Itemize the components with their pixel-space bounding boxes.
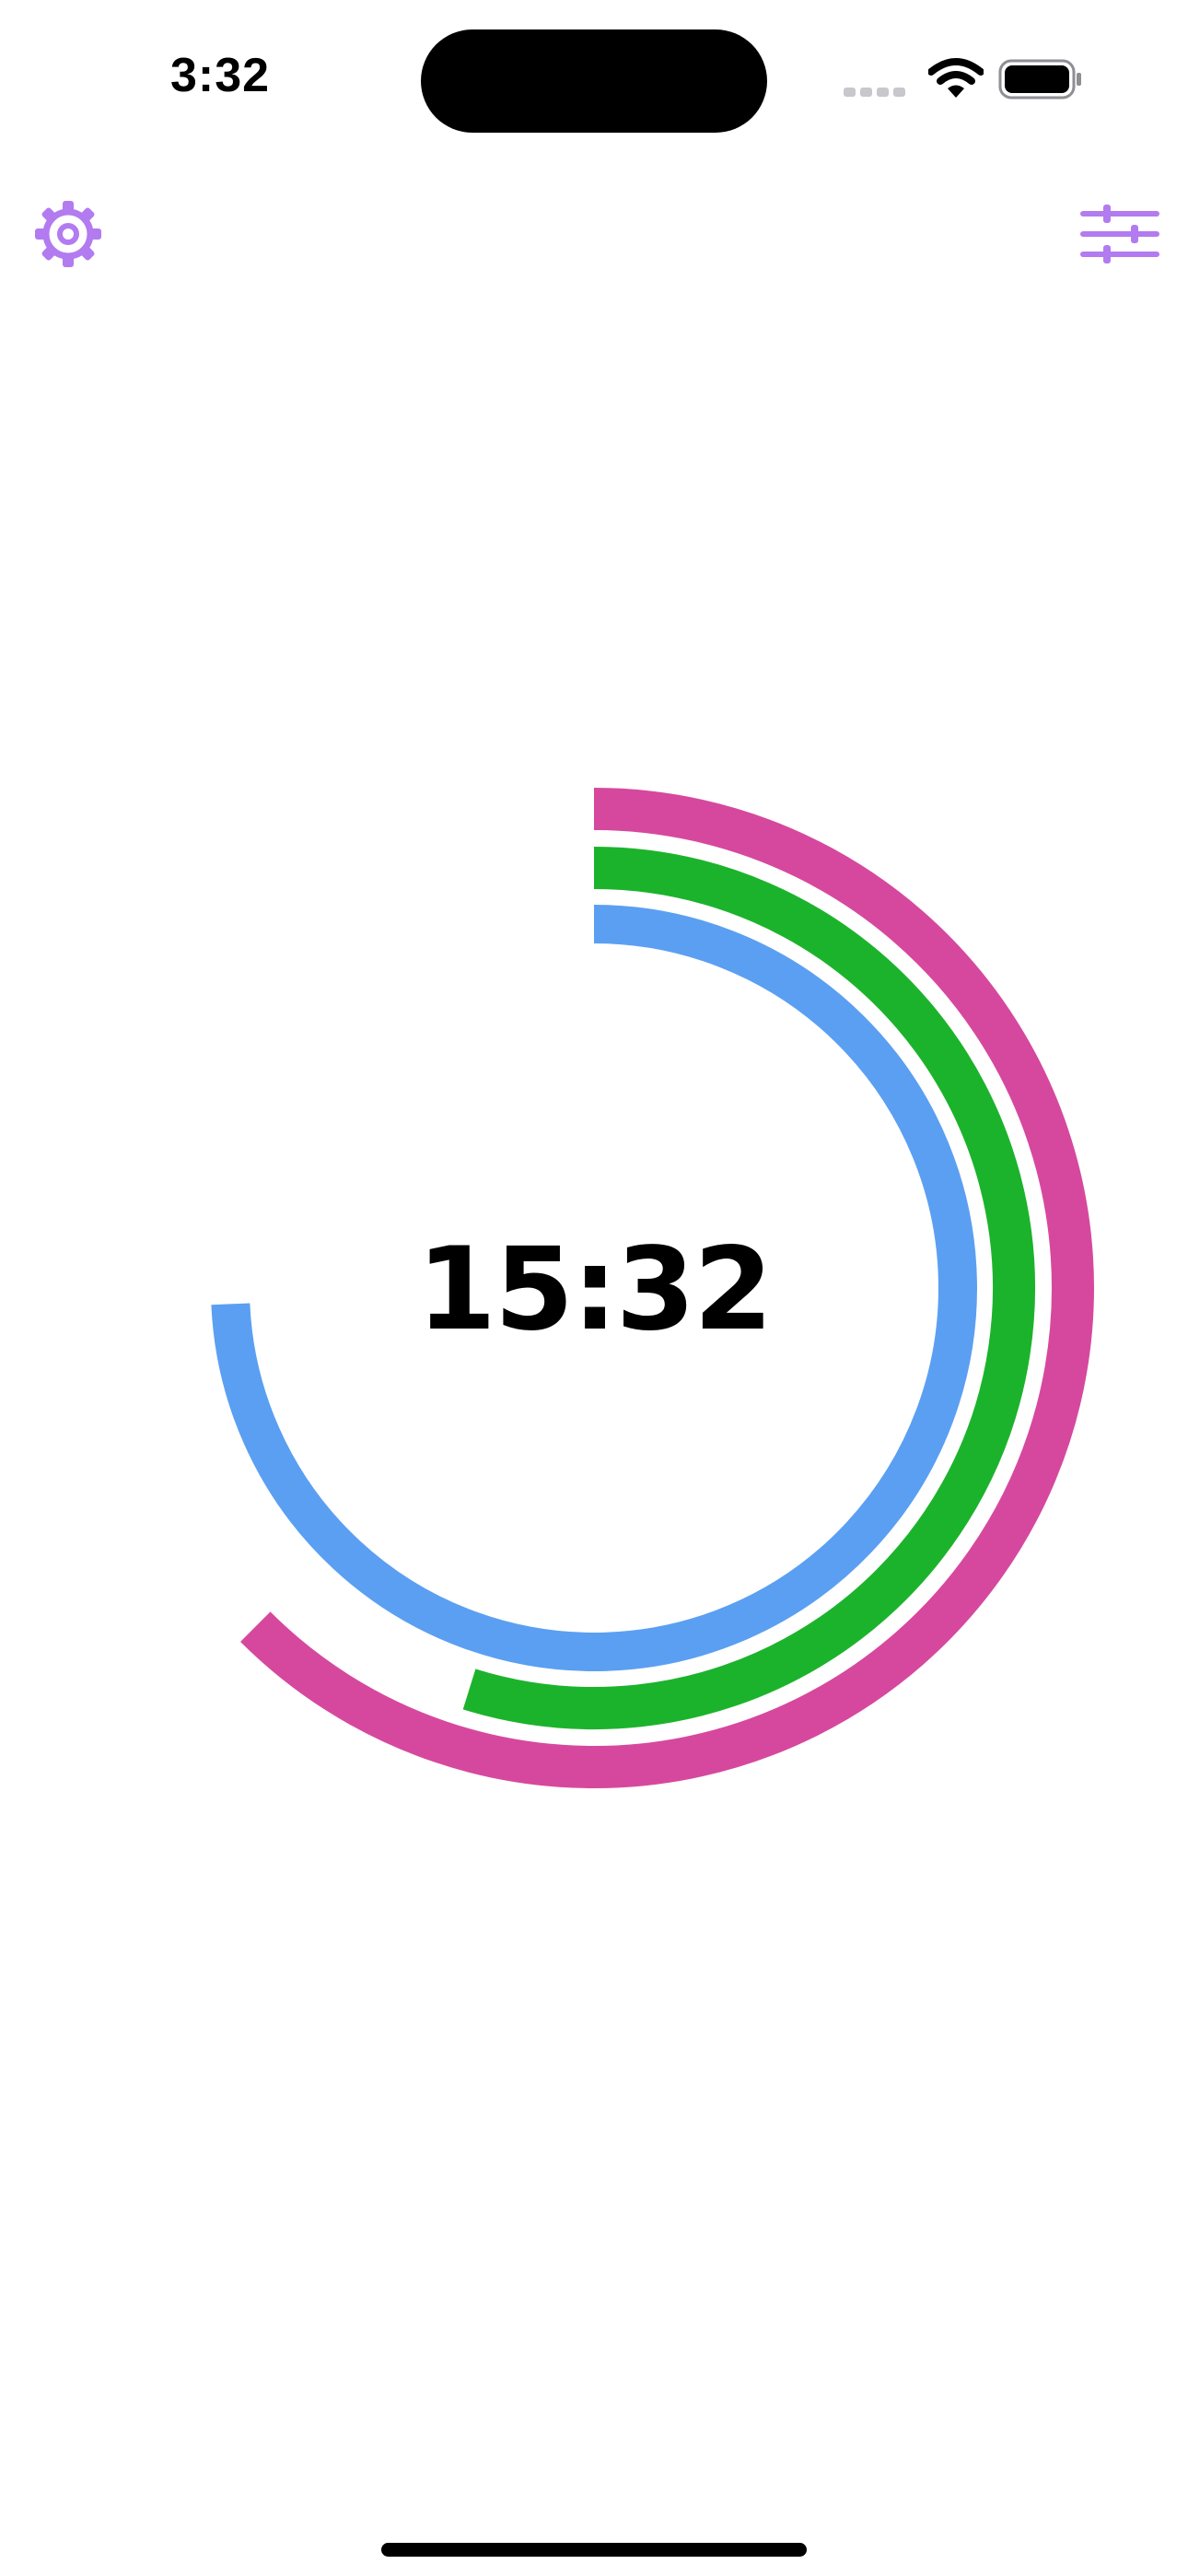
timer-display: 15:32 <box>416 1224 774 1356</box>
home-indicator[interactable] <box>381 2543 807 2557</box>
